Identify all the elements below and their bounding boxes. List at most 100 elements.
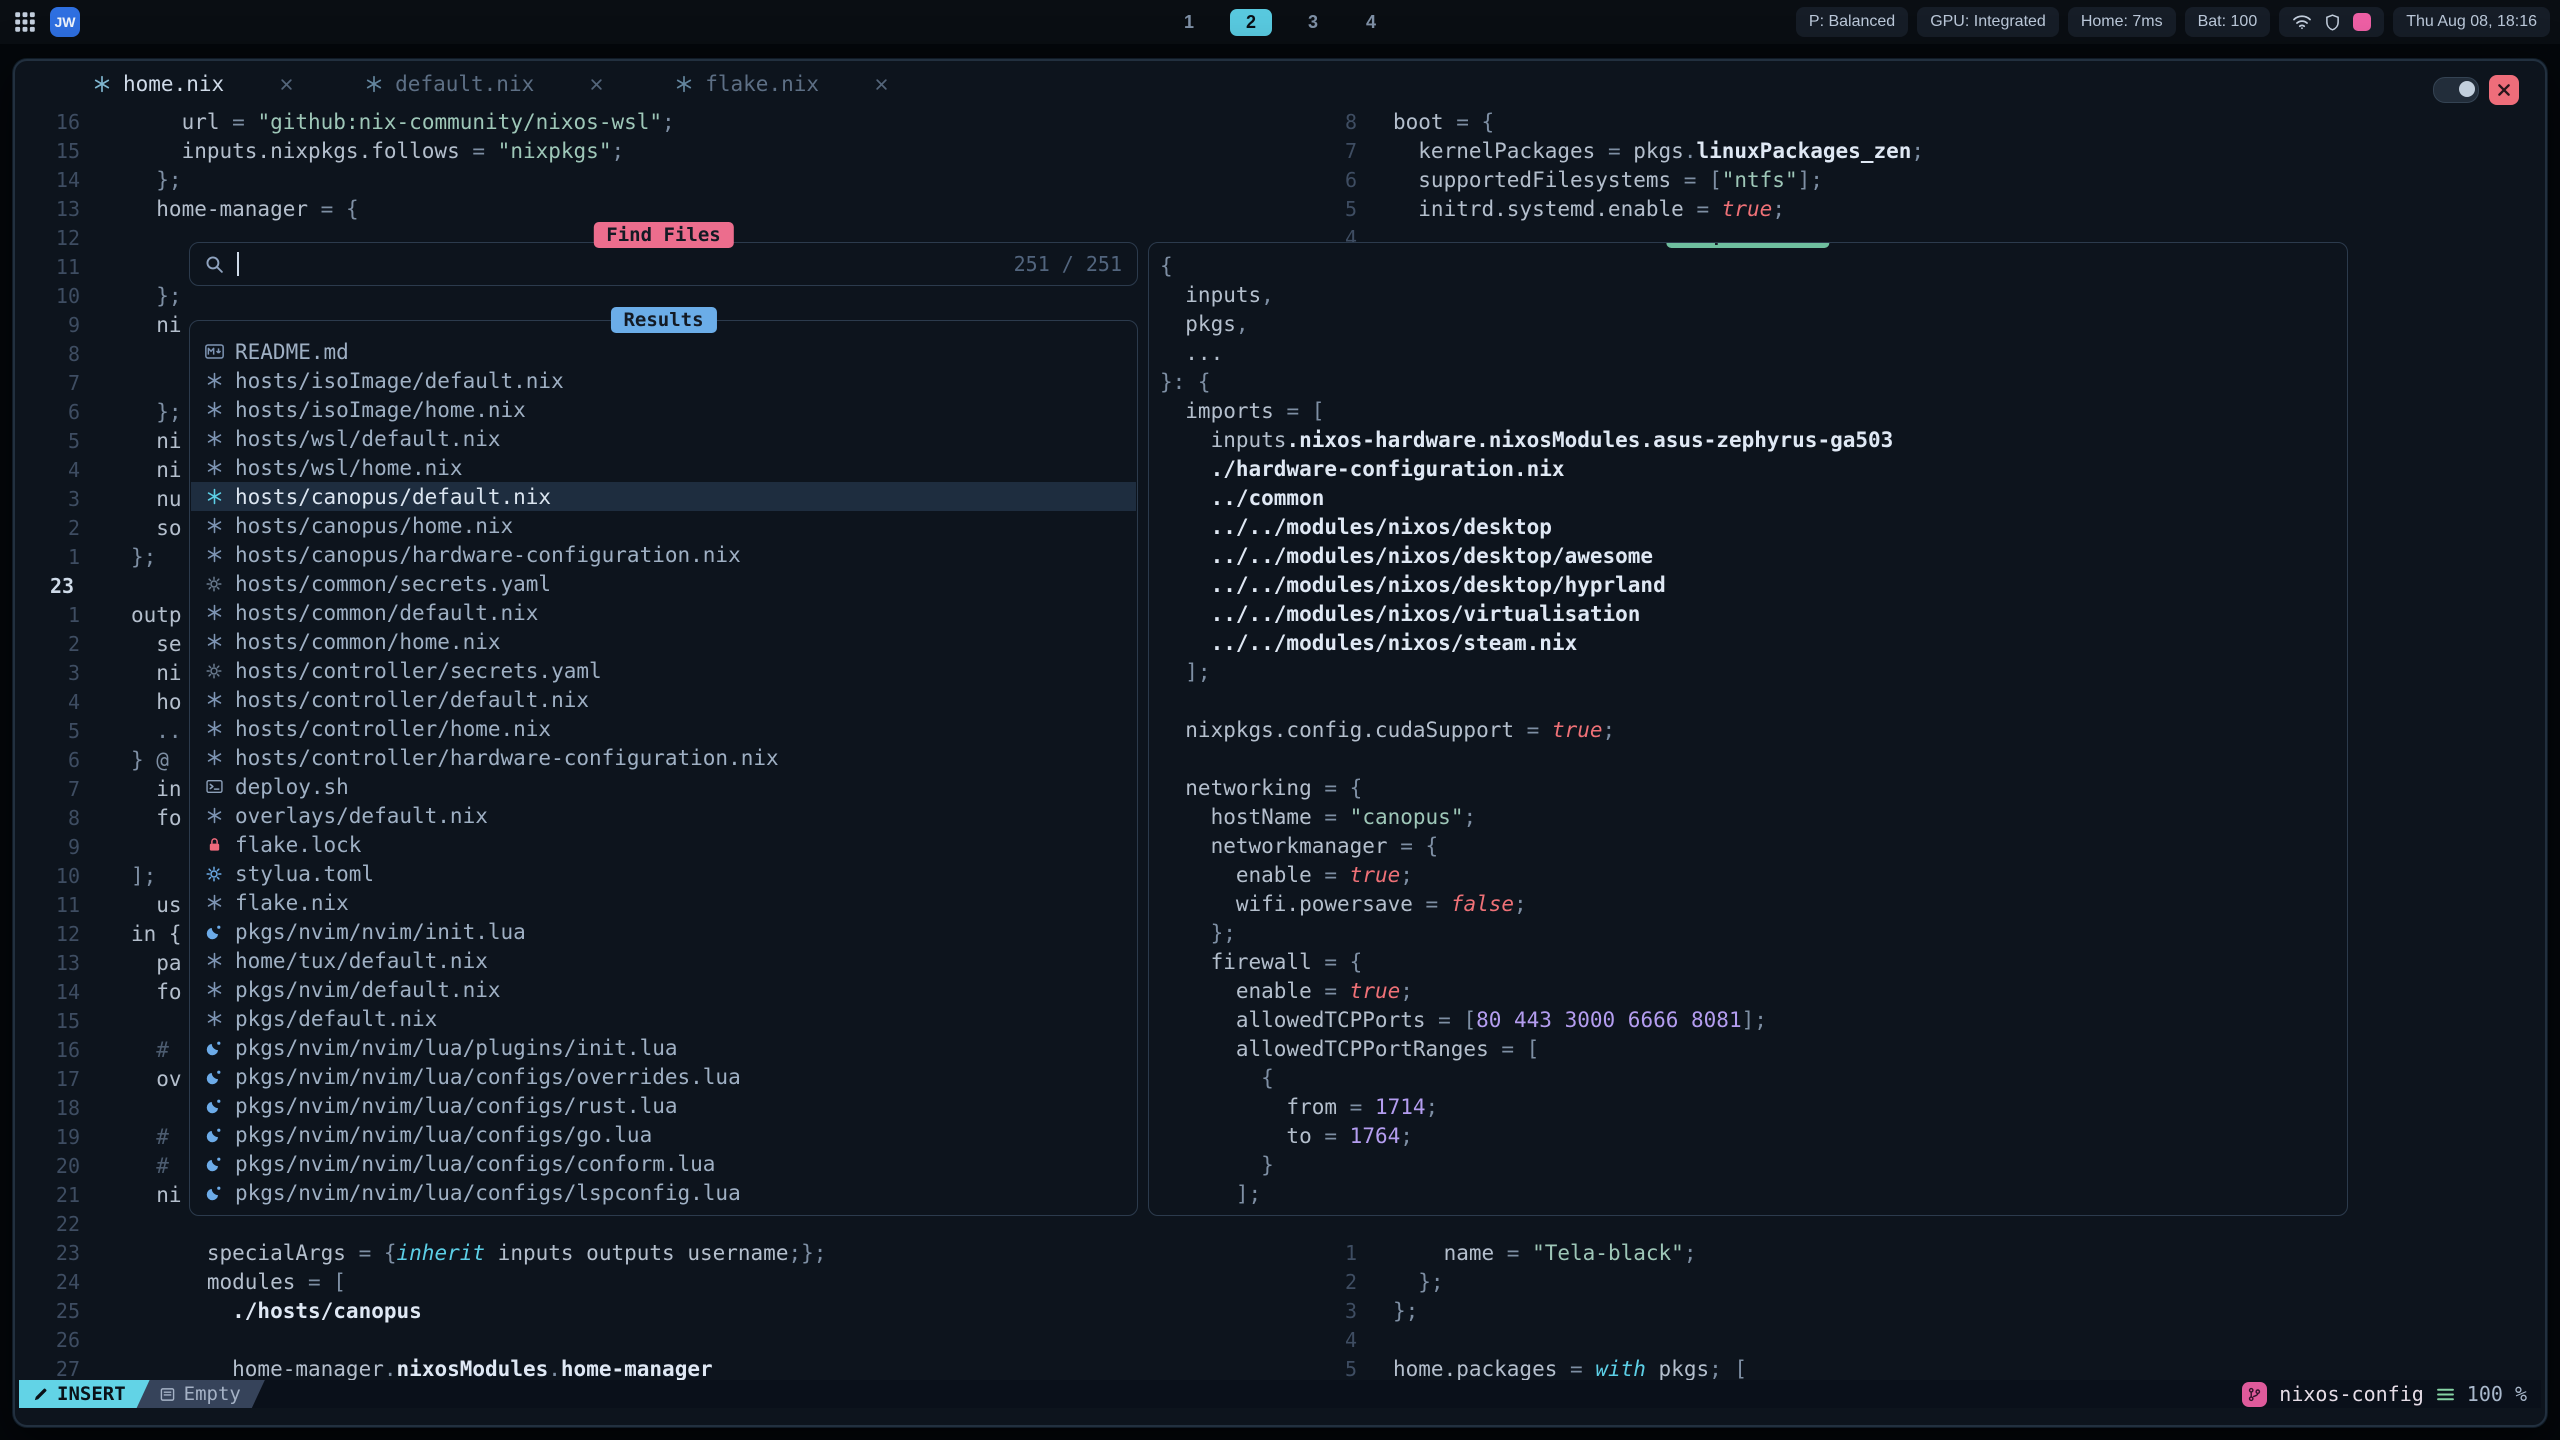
- shield-icon[interactable]: [2325, 14, 2340, 31]
- preview-line: ./hardware-configuration.nix: [1160, 455, 2343, 484]
- result-label: hosts/isoImage/default.nix: [235, 369, 564, 393]
- tab-close-icon[interactable]: [280, 78, 293, 91]
- preview-line: ../../modules/nixos/desktop: [1160, 513, 2343, 542]
- toggle-button[interactable]: [2433, 77, 2479, 103]
- buffer-label: Empty: [184, 1383, 241, 1405]
- line-number: 7: [1312, 137, 1357, 166]
- prompt-input[interactable]: 251 / 251: [190, 243, 1137, 285]
- line-number: 10: [50, 282, 80, 311]
- preview-line: allowedTCPPorts = [80 443 3000 6666 8081…: [1160, 1006, 2343, 1035]
- line-number: 2: [50, 514, 80, 543]
- result-item[interactable]: pkgs/nvim/nvim/lua/configs/conform.lua: [191, 1149, 1136, 1178]
- result-item[interactable]: overlays/default.nix: [191, 801, 1136, 830]
- result-label: pkgs/default.nix: [235, 1007, 437, 1031]
- result-item[interactable]: hosts/wsl/home.nix: [191, 453, 1136, 482]
- result-item[interactable]: pkgs/nvim/nvim/lua/configs/go.lua: [191, 1120, 1136, 1149]
- result-item[interactable]: stylua.toml: [191, 859, 1136, 888]
- line-number: 19: [50, 1123, 80, 1152]
- result-label: pkgs/nvim/nvim/init.lua: [235, 920, 526, 944]
- result-item[interactable]: hosts/controller/hardware-configuration.…: [191, 743, 1136, 772]
- line-number: 11: [50, 891, 80, 920]
- line-number: 18: [50, 1094, 80, 1123]
- result-item[interactable]: README.md: [191, 337, 1136, 366]
- result-item[interactable]: flake.lock: [191, 830, 1136, 859]
- mode-indicator: INSERT: [19, 1380, 150, 1408]
- workspace-3[interactable]: 3: [1296, 9, 1330, 36]
- tab-flake-nix[interactable]: flake.nix: [659, 61, 904, 107]
- buffer-indicator: Empty: [136, 1380, 265, 1408]
- tab-close-icon[interactable]: [875, 78, 888, 91]
- app-launcher-icon[interactable]: [14, 11, 36, 33]
- lines-icon: [2436, 1387, 2455, 1402]
- result-item[interactable]: pkgs/nvim/nvim/lua/configs/overrides.lua: [191, 1062, 1136, 1091]
- preview-line: [1160, 687, 2343, 716]
- preview-line: }: [1160, 1151, 2343, 1180]
- nix-icon: [204, 488, 224, 505]
- line-number: 7: [50, 775, 80, 804]
- line-number: 10: [50, 862, 80, 891]
- result-item[interactable]: hosts/canopus/default.nix: [191, 482, 1136, 511]
- result-item[interactable]: pkgs/nvim/nvim/init.lua: [191, 917, 1136, 946]
- result-item[interactable]: pkgs/default.nix: [191, 1004, 1136, 1033]
- result-item[interactable]: pkgs/nvim/default.nix: [191, 975, 1136, 1004]
- workspace-2[interactable]: 2: [1230, 9, 1272, 36]
- line-number: 22: [50, 1210, 80, 1239]
- result-item[interactable]: hosts/common/home.nix: [191, 627, 1136, 656]
- nix-icon: [204, 517, 224, 534]
- line-number: 7: [50, 369, 80, 398]
- toml-icon: [204, 866, 224, 882]
- result-item[interactable]: pkgs/nvim/nvim/lua/configs/lspconfig.lua: [191, 1178, 1136, 1207]
- results-list: README.mdhosts/isoImage/default.nixhosts…: [191, 337, 1136, 1207]
- result-item[interactable]: hosts/controller/secrets.yaml: [191, 656, 1136, 685]
- tab-default-nix[interactable]: default.nix: [349, 61, 619, 107]
- result-item[interactable]: hosts/isoImage/home.nix: [191, 395, 1136, 424]
- line-number: 23: [50, 1239, 80, 1268]
- topbar-right: P: Balanced GPU: Integrated Home: 7ms Ba…: [1796, 0, 2550, 44]
- telescope-results: Results README.mdhosts/isoImage/default.…: [189, 320, 1138, 1216]
- result-label: home/tux/default.nix: [235, 949, 488, 973]
- tab-home-nix[interactable]: home.nix: [77, 61, 309, 107]
- code-line: 24 modules = [: [50, 1268, 1305, 1297]
- code-line: 5 initrd.systemd.enable = true;: [1312, 195, 2527, 224]
- status-icons-module: [2279, 7, 2384, 37]
- code-line: 6 supportedFilesystems = ["ntfs"];: [1312, 166, 2527, 195]
- preview-line: };: [1160, 919, 2343, 948]
- lua-icon: [204, 1098, 224, 1114]
- pencil-icon: [33, 1387, 48, 1402]
- result-item[interactable]: hosts/wsl/default.nix: [191, 424, 1136, 453]
- lua-icon: [204, 1185, 224, 1201]
- result-item[interactable]: hosts/canopus/hardware-configuration.nix: [191, 540, 1136, 569]
- telescope-preview: Grep Preview { inputs, pkgs, ...}: { imp…: [1148, 242, 2348, 1216]
- result-label: hosts/controller/secrets.yaml: [235, 659, 602, 683]
- result-item[interactable]: pkgs/nvim/nvim/lua/plugins/init.lua: [191, 1033, 1136, 1062]
- result-item[interactable]: deploy.sh: [191, 772, 1136, 801]
- code-line: 26: [50, 1326, 1305, 1355]
- result-item[interactable]: hosts/controller/home.nix: [191, 714, 1136, 743]
- result-item[interactable]: pkgs/nvim/nvim/lua/configs/rust.lua: [191, 1091, 1136, 1120]
- code-line: 1 name = "Tela-black";: [1312, 1239, 2527, 1268]
- indicator-icon[interactable]: [2353, 13, 2371, 31]
- result-item[interactable]: home/tux/default.nix: [191, 946, 1136, 975]
- line-number: 8: [50, 804, 80, 833]
- wifi-icon[interactable]: [2292, 14, 2312, 30]
- result-item[interactable]: hosts/controller/default.nix: [191, 685, 1136, 714]
- nix-icon: [204, 691, 224, 708]
- result-item[interactable]: hosts/common/default.nix: [191, 598, 1136, 627]
- code-line: 13 home-manager = {: [50, 195, 1305, 224]
- preview-line: firewall = {: [1160, 948, 2343, 977]
- text-cursor: [237, 252, 239, 276]
- result-item[interactable]: hosts/isoImage/default.nix: [191, 366, 1136, 395]
- preview-line: networkmanager = {: [1160, 832, 2343, 861]
- workspace-1[interactable]: 1: [1172, 9, 1206, 36]
- result-item[interactable]: hosts/canopus/home.nix: [191, 511, 1136, 540]
- workspace-4[interactable]: 4: [1354, 9, 1388, 36]
- close-icon[interactable]: [2489, 75, 2519, 105]
- tab-close-icon[interactable]: [590, 78, 603, 91]
- result-item[interactable]: flake.nix: [191, 888, 1136, 917]
- workspaces: 1 2 3 4: [1172, 0, 1388, 44]
- logo-badge[interactable]: JW: [50, 7, 80, 37]
- telescope-prompt[interactable]: Find Files 251 / 251: [189, 242, 1138, 286]
- result-label: hosts/common/default.nix: [235, 601, 538, 625]
- preview-line: ];: [1160, 658, 2343, 687]
- result-item[interactable]: hosts/common/secrets.yaml: [191, 569, 1136, 598]
